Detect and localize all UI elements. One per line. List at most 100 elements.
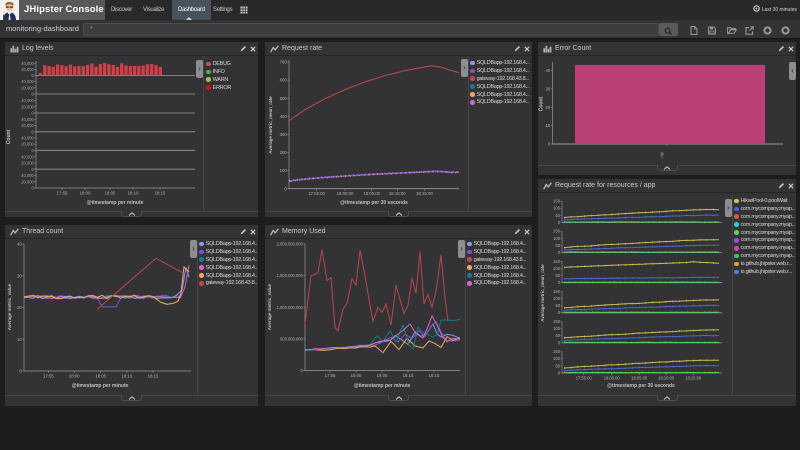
svg-text:0: 0 <box>19 369 22 374</box>
svg-text:10: 10 <box>17 337 22 342</box>
svg-text:100: 100 <box>553 206 561 211</box>
svg-text:20,000: 20,000 <box>21 67 34 72</box>
svg-text:17:55:00: 17:55:00 <box>308 191 325 196</box>
svg-text:Average metric_value: Average metric_value <box>7 283 12 330</box>
svg-text:0: 0 <box>558 340 561 345</box>
svg-text:0: 0 <box>32 186 35 191</box>
svg-text:0: 0 <box>558 220 561 225</box>
svg-text:0: 0 <box>284 186 287 191</box>
svg-text:18:15: 18:15 <box>155 191 166 196</box>
svg-text:@timestamp per 30 seconds: @timestamp per 30 seconds <box>607 383 675 389</box>
svg-text:0: 0 <box>558 250 561 255</box>
svg-text:@timestamp per minute: @timestamp per minute <box>72 383 129 389</box>
svg-text:40,000: 40,000 <box>21 79 34 84</box>
svg-text:40: 40 <box>546 68 551 73</box>
svg-text:20: 20 <box>17 305 22 310</box>
svg-text:150: 150 <box>553 289 561 294</box>
svg-text:0: 0 <box>32 167 35 172</box>
svg-text:2,000,000,000: 2,000,000,000 <box>277 242 304 247</box>
svg-text:150: 150 <box>553 229 561 234</box>
svg-text:40,000: 40,000 <box>21 98 34 103</box>
svg-text:50: 50 <box>555 303 560 308</box>
svg-text:100: 100 <box>553 236 561 241</box>
svg-text:600: 600 <box>280 78 288 83</box>
svg-text:18:05: 18:05 <box>105 191 116 196</box>
svg-text:18:15:00: 18:15:00 <box>685 375 702 380</box>
svg-text:50: 50 <box>555 363 560 368</box>
svg-text:18:05:00: 18:05:00 <box>631 375 648 380</box>
svg-text:50: 50 <box>555 273 560 278</box>
svg-text:0: 0 <box>32 129 35 134</box>
svg-text:100: 100 <box>553 326 561 331</box>
svg-text:17:55: 17:55 <box>57 191 68 196</box>
svg-text:Average metric_mean_rate: Average metric_mean_rate <box>268 96 273 154</box>
svg-text:150: 150 <box>553 259 561 264</box>
svg-text:200: 200 <box>280 150 288 155</box>
svg-text:_all: _all <box>657 151 665 160</box>
svg-text:20,000: 20,000 <box>21 142 34 147</box>
svg-text:18:15:00: 18:15:00 <box>416 191 433 196</box>
svg-text:17:55: 17:55 <box>43 374 54 379</box>
svg-text:500,000,000: 500,000,000 <box>280 337 303 342</box>
svg-text:18:10: 18:10 <box>403 373 414 378</box>
svg-text:Count: Count <box>6 129 12 144</box>
svg-text:20,000: 20,000 <box>21 85 34 90</box>
svg-text:Average metric_value: Average metric_value <box>267 283 272 330</box>
svg-text:18:05: 18:05 <box>377 373 388 378</box>
svg-text:18:05: 18:05 <box>95 374 106 379</box>
svg-text:40,000: 40,000 <box>21 136 34 141</box>
svg-text:0: 0 <box>32 73 35 78</box>
svg-text:18:15: 18:15 <box>429 373 440 378</box>
svg-text:150: 150 <box>553 349 561 354</box>
svg-text:20,000: 20,000 <box>21 161 34 166</box>
svg-text:0: 0 <box>548 142 551 147</box>
svg-text:40,000: 40,000 <box>21 117 34 122</box>
svg-text:150: 150 <box>553 199 561 204</box>
svg-text:100: 100 <box>553 296 561 301</box>
svg-text:0: 0 <box>32 92 35 97</box>
svg-text:17:55: 17:55 <box>325 373 336 378</box>
svg-text:0: 0 <box>558 370 561 375</box>
svg-text:150: 150 <box>553 319 561 324</box>
svg-text:18:10:00: 18:10:00 <box>658 375 675 380</box>
svg-text:400: 400 <box>280 114 288 119</box>
svg-text:18:10: 18:10 <box>122 374 133 379</box>
svg-text:50: 50 <box>555 333 560 338</box>
svg-text:@timestamp per 30 seconds: @timestamp per 30 seconds <box>340 200 408 206</box>
svg-text:40,000: 40,000 <box>21 61 34 66</box>
svg-text:18:00: 18:00 <box>351 373 362 378</box>
svg-text:18:15: 18:15 <box>148 374 159 379</box>
svg-text:50: 50 <box>555 213 560 218</box>
svg-text:700: 700 <box>280 60 288 65</box>
svg-text:20,000: 20,000 <box>21 179 34 184</box>
svg-text:0: 0 <box>558 280 561 285</box>
svg-text:10: 10 <box>546 123 551 128</box>
svg-text:@timestamp per minute: @timestamp per minute <box>354 383 411 389</box>
svg-text:17:55:00: 17:55:00 <box>576 375 593 380</box>
svg-text:1,500,000,000: 1,500,000,000 <box>277 273 304 278</box>
svg-text:100: 100 <box>553 266 561 271</box>
svg-text:@timestamp per minute: @timestamp per minute <box>87 200 144 206</box>
svg-text:1,000,000,000: 1,000,000,000 <box>277 305 304 310</box>
svg-text:18:10: 18:10 <box>128 191 139 196</box>
svg-text:300: 300 <box>280 132 288 137</box>
svg-text:18:05:00: 18:05:00 <box>363 191 380 196</box>
svg-text:0: 0 <box>301 368 304 373</box>
svg-text:0: 0 <box>32 148 35 153</box>
svg-text:40,000: 40,000 <box>21 173 34 178</box>
svg-text:18:00:00: 18:00:00 <box>337 191 354 196</box>
svg-text:18:00:00: 18:00:00 <box>604 375 621 380</box>
svg-text:20: 20 <box>546 105 551 110</box>
svg-text:18:10:00: 18:10:00 <box>389 191 406 196</box>
svg-text:40: 40 <box>17 242 22 247</box>
svg-text:0: 0 <box>558 310 561 315</box>
svg-text:Count: Count <box>539 96 545 111</box>
svg-text:50: 50 <box>555 243 560 248</box>
svg-text:18:00: 18:00 <box>69 374 80 379</box>
svg-text:30: 30 <box>546 86 551 91</box>
svg-text:20,000: 20,000 <box>21 104 34 109</box>
svg-text:40,000: 40,000 <box>21 154 34 159</box>
svg-text:18:00: 18:00 <box>80 191 91 196</box>
svg-text:30: 30 <box>17 273 22 278</box>
svg-text:Average metric_mean_rate: Average metric_mean_rate <box>540 264 545 322</box>
